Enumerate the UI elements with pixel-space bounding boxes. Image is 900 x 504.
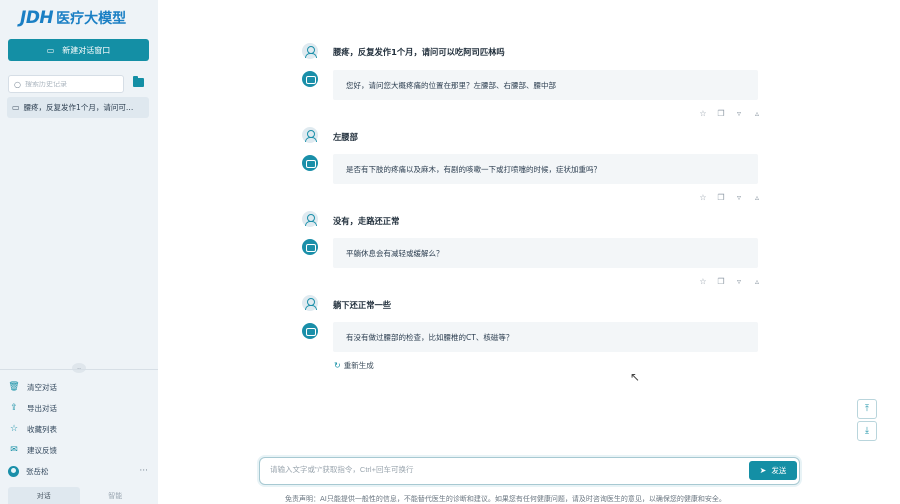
scroll-bottom-icon[interactable]: ⤓ [857,421,877,441]
thumbs-down-icon[interactable]: ▿ [733,109,745,119]
bot-avatar [302,323,318,339]
feedback-button[interactable]: ✉ 建议反馈 [8,443,57,457]
export-icon: ⇪ [10,403,18,413]
user-question: 躺下还正常一些 [333,300,392,310]
user-profile[interactable]: 张岳松 ··· [8,464,148,478]
logo-text: 医疗大模型 [56,11,127,27]
history-search: ○ [8,75,124,93]
search-icon: ○ [14,79,21,89]
chat-icon: ▭ [46,45,55,55]
export-chat-button[interactable]: ⇪ 导出对话 [8,401,57,415]
star-icon[interactable]: ☆ [697,277,709,287]
user-avatar [302,295,318,311]
new-folder-icon[interactable] [133,76,144,87]
user-avatar [302,127,318,143]
tab-chat[interactable]: 对话 [8,487,80,504]
chat-input[interactable] [270,465,730,474]
export-chat-label: 导出对话 [27,403,57,413]
user-question: 没有，走路还正常 [333,216,400,226]
logo-brand: JDH [20,8,54,28]
reply-actions: ☆ ❐ ▿ ▵ [697,277,769,287]
new-chat-button[interactable]: ▭ 新建对话窗口 [8,39,149,61]
copy-icon[interactable]: ❐ [715,193,727,203]
bot-avatar [302,71,318,87]
user-name: 张岳松 [26,466,49,476]
sidebar: JDH 医疗大模型 ▭ 新建对话窗口 ○ ▭ 腰疼，反复发作1个月，请问可… ⌄… [0,0,158,504]
star-icon[interactable]: ☆ [697,109,709,119]
star-icon[interactable]: ☆ [697,193,709,203]
refresh-icon: ↻ [334,361,341,370]
thumbs-up-icon[interactable]: ▵ [751,193,763,203]
thumbs-down-icon[interactable]: ▿ [733,193,745,203]
history-item[interactable]: ▭ 腰疼，反复发作1个月，请问可… [7,97,149,118]
copy-icon[interactable]: ❐ [715,277,727,287]
bottom-tabs: 对话 智能 [8,487,151,504]
more-icon[interactable]: ··· [139,466,148,476]
bot-reply: 您好，请问您大概疼痛的位置在那里？左腰部、右腰部、腰中部 [333,70,758,100]
star-icon: ☆ [9,424,19,434]
feedback-label: 建议反馈 [27,445,57,455]
regenerate-button[interactable]: ↻ 重新生成 [334,360,374,371]
disclaimer: 免责声明：AI只能提供一般性的信息，不能替代医生的诊断和建议。如果您有任何健康问… [285,495,726,503]
chevron-down-icon[interactable]: ⌄ [72,363,86,373]
favorites-button[interactable]: ☆ 收藏列表 [8,422,57,436]
new-chat-label: 新建对话窗口 [62,45,111,55]
bot-reply: 是否有下肢的疼痛以及麻木，有剧的咳嗽一下或打喷嚏的时候，症状加重吗？ [333,154,758,184]
scroll-top-icon[interactable]: ⤒ [857,399,877,419]
regenerate-label: 重新生成 [343,361,374,370]
reply-actions: ☆ ❐ ▿ ▵ [697,193,769,203]
user-avatar [302,211,318,227]
tab-smart[interactable]: 智能 [80,487,152,504]
mouse-cursor-icon: ↖ [630,370,641,384]
bot-avatar [302,239,318,255]
sidebar-divider [0,369,158,370]
thumbs-up-icon[interactable]: ▵ [751,277,763,287]
user-question: 左腰部 [333,132,358,142]
clear-chat-button[interactable]: 🗑 清空对话 [8,380,57,394]
send-icon: ➤ [759,466,767,475]
favorites-label: 收藏列表 [27,424,57,434]
clear-chat-label: 清空对话 [27,382,57,392]
avatar [8,465,19,477]
bot-reply: 平躺休息会有减轻或缓解么？ [333,238,758,268]
history-search-input[interactable] [24,80,115,88]
mail-icon: ✉ [10,445,18,455]
user-avatar [302,43,318,59]
send-button[interactable]: ➤ 发送 [749,461,797,480]
chat-input-bar [259,457,800,485]
history-item-label: 腰疼，反复发作1个月，请问可… [23,103,134,112]
bot-avatar [302,155,318,171]
bot-reply: 有没有做过腰部的检查，比如腰椎的CT、核磁等？ [333,322,758,352]
copy-icon[interactable]: ❐ [715,109,727,119]
thumbs-up-icon[interactable]: ▵ [751,109,763,119]
chat-bubble-icon: ▭ [12,103,20,112]
trash-icon: 🗑 [8,382,20,392]
thumbs-down-icon[interactable]: ▿ [733,277,745,287]
logo: JDH 医疗大模型 [20,7,126,29]
reply-actions: ☆ ❐ ▿ ▵ [697,109,769,119]
user-question: 腰疼，反复发作1个月，请问可以吃阿司匹林吗 [333,47,505,57]
send-label: 发送 [771,466,787,475]
